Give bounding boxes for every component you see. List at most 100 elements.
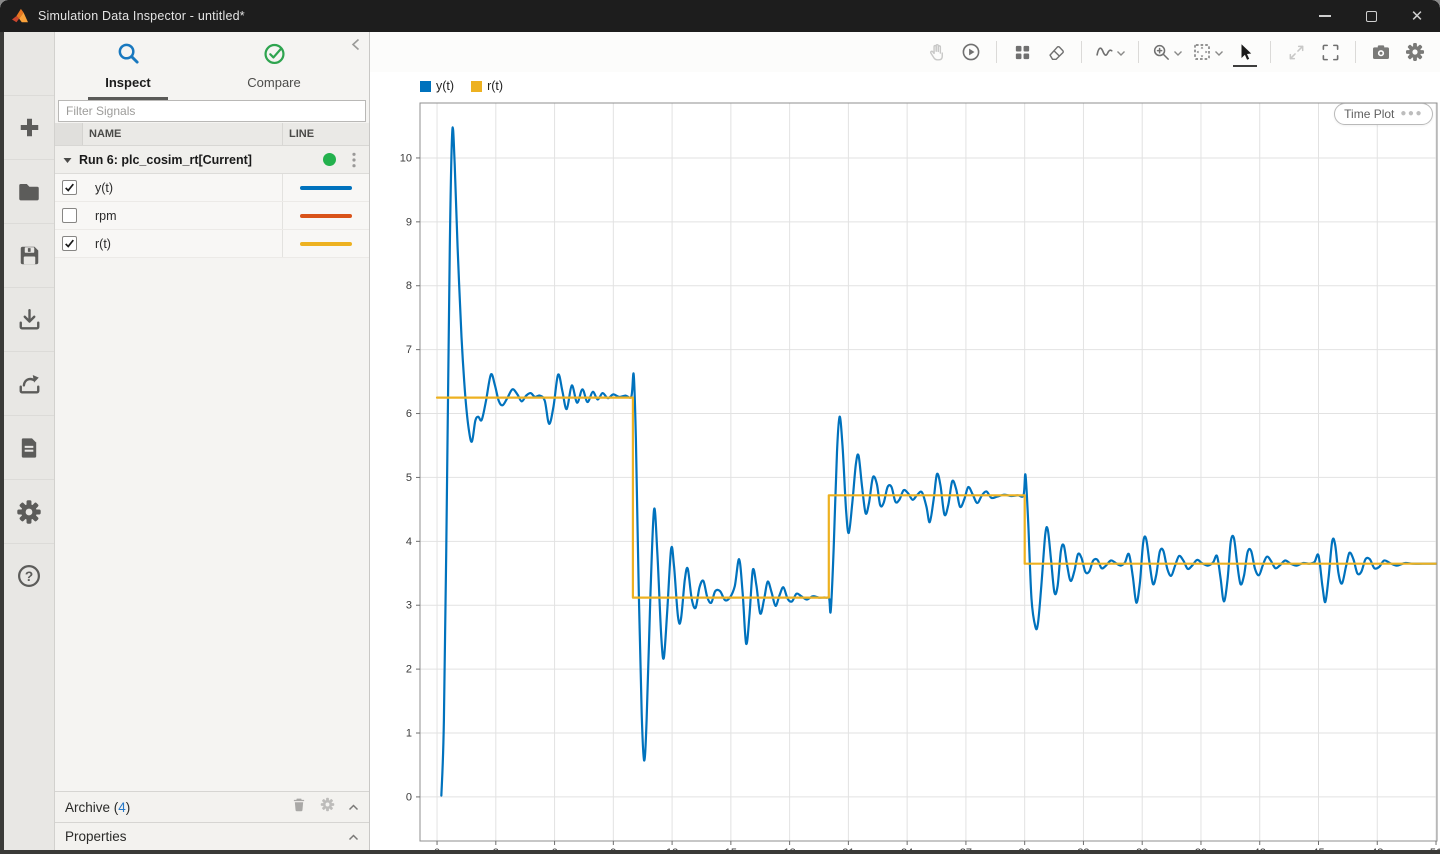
svg-text:51: 51 xyxy=(1430,847,1440,850)
svg-text:33: 33 xyxy=(1077,847,1089,850)
archive-settings-gear-icon[interactable] xyxy=(320,797,335,817)
plot-settings-gear-icon[interactable] xyxy=(1400,37,1430,67)
chart-legend: y(t) r(t) xyxy=(420,79,503,93)
archive-collapse-chevron-icon[interactable] xyxy=(348,798,359,816)
report-icon[interactable] xyxy=(4,416,54,480)
svg-text:2: 2 xyxy=(406,664,412,676)
signal-checkbox[interactable] xyxy=(62,180,77,195)
svg-text:6: 6 xyxy=(406,408,412,420)
run-status-dot xyxy=(323,153,336,166)
close-button[interactable]: ✕ xyxy=(1394,0,1440,32)
legend-item-rt[interactable]: r(t) xyxy=(471,79,503,93)
collapse-panel-chevron[interactable] xyxy=(351,38,360,56)
help-icon[interactable]: ? xyxy=(4,544,54,608)
legend-swatch-rt xyxy=(471,81,482,92)
window-title: Simulation Data Inspector - untitled* xyxy=(38,9,245,23)
fit-to-view-icon[interactable] xyxy=(1189,37,1226,67)
replay-icon[interactable] xyxy=(956,37,986,67)
panel-empty-area xyxy=(55,258,369,791)
pan-hand-icon xyxy=(922,37,952,67)
minimize-button[interactable] xyxy=(1302,0,1348,32)
svg-text:42: 42 xyxy=(1254,847,1266,850)
signal-row-rpm[interactable]: rpm xyxy=(55,202,369,230)
pointer-select-icon[interactable] xyxy=(1230,37,1260,67)
eraser-clear-icon[interactable] xyxy=(1041,37,1071,67)
export-icon[interactable] xyxy=(4,352,54,416)
time-plot-badge[interactable]: Time Plot ●●● xyxy=(1334,103,1433,125)
svg-text:3: 3 xyxy=(406,600,412,612)
badge-options-dots-icon: ●●● xyxy=(1400,109,1423,119)
tab-inspect[interactable]: Inspect xyxy=(55,32,201,100)
svg-text:1: 1 xyxy=(406,728,412,740)
add-icon[interactable] xyxy=(4,96,54,160)
archive-section-header[interactable]: Archive (4) xyxy=(55,791,369,822)
main-area: 0369121518212427303336394245485101234567… xyxy=(370,32,1440,850)
tab-compare[interactable]: Compare xyxy=(201,32,347,100)
run-expand-triangle-icon[interactable] xyxy=(63,151,72,169)
layout-grid-icon[interactable] xyxy=(1007,37,1037,67)
save-icon[interactable] xyxy=(4,224,54,288)
signal-table-header: NAME LINE xyxy=(55,123,369,146)
time-plot-chart[interactable]: 0369121518212427303336394245485101234567… xyxy=(370,72,1440,850)
signal-browser-panel: Inspect Compare NAME LIN xyxy=(55,32,370,850)
plot-toolbar xyxy=(370,32,1440,72)
svg-text:39: 39 xyxy=(1195,847,1207,850)
time-plot-area[interactable]: 0369121518212427303336394245485101234567… xyxy=(370,72,1440,850)
time-plot-badge-label: Time Plot xyxy=(1344,107,1394,121)
active-tool-underline xyxy=(1233,65,1257,67)
signal-checkbox[interactable] xyxy=(62,236,77,251)
expand-arrows-icon xyxy=(1281,37,1311,67)
open-folder-icon[interactable] xyxy=(4,160,54,224)
legend-label-rt: r(t) xyxy=(487,79,503,93)
properties-label: Properties xyxy=(65,829,127,844)
svg-text:9: 9 xyxy=(406,216,412,228)
dropdown-caret-icon xyxy=(1174,43,1182,61)
panel-tabs: Inspect Compare xyxy=(55,32,369,100)
filter-signals-input[interactable] xyxy=(58,100,366,122)
preferences-gear-icon[interactable] xyxy=(4,480,54,544)
archive-count: 4 xyxy=(118,800,126,815)
run-row[interactable]: Run 6: plc_cosim_rt[Current] xyxy=(55,146,369,174)
zoom-in-icon[interactable] xyxy=(1149,37,1185,67)
app-window: Simulation Data Inspector - untitled* ✕ xyxy=(0,0,1440,854)
svg-text:15: 15 xyxy=(725,847,737,850)
svg-text:0: 0 xyxy=(406,791,412,803)
signal-name: r(t) xyxy=(83,237,282,251)
legend-item-yt[interactable]: y(t) xyxy=(420,79,454,93)
rail-spacer xyxy=(4,32,54,96)
signal-style-wave-icon[interactable] xyxy=(1092,37,1128,67)
inspect-search-icon xyxy=(116,41,141,71)
snapshot-camera-icon[interactable] xyxy=(1366,37,1396,67)
svg-text:48: 48 xyxy=(1371,847,1383,850)
signal-checkbox[interactable] xyxy=(62,208,77,223)
signal-row-yt[interactable]: y(t) xyxy=(55,174,369,202)
tab-compare-label: Compare xyxy=(247,75,300,90)
signal-line-cell xyxy=(282,174,369,201)
maximize-button[interactable] xyxy=(1348,0,1394,32)
header-gutter xyxy=(55,123,83,145)
svg-text:7: 7 xyxy=(406,344,412,356)
compare-check-icon xyxy=(262,41,287,71)
column-header-name: NAME xyxy=(83,128,282,140)
column-header-line: LINE xyxy=(282,123,369,145)
svg-text:18: 18 xyxy=(783,847,795,850)
legend-swatch-yt xyxy=(420,81,431,92)
dropdown-caret-icon xyxy=(1215,43,1223,61)
properties-section-header[interactable]: Properties xyxy=(55,822,369,850)
archive-trash-icon[interactable] xyxy=(291,796,307,818)
toolbar-separator xyxy=(1355,41,1356,63)
signal-line-swatch xyxy=(300,214,352,218)
properties-collapse-chevron-icon[interactable] xyxy=(348,828,359,846)
toolbar-separator xyxy=(996,41,997,63)
import-icon[interactable] xyxy=(4,288,54,352)
toolbar-separator xyxy=(1138,41,1139,63)
svg-text:?: ? xyxy=(25,569,33,584)
signal-row-rt[interactable]: r(t) xyxy=(55,230,369,258)
svg-text:24: 24 xyxy=(901,847,913,850)
fullscreen-icon[interactable] xyxy=(1315,37,1345,67)
signal-line-swatch xyxy=(300,242,352,246)
legend-label-yt: y(t) xyxy=(436,79,454,93)
run-options-kebab-icon[interactable] xyxy=(345,152,363,168)
svg-text:45: 45 xyxy=(1312,847,1324,850)
svg-text:0: 0 xyxy=(434,847,440,850)
